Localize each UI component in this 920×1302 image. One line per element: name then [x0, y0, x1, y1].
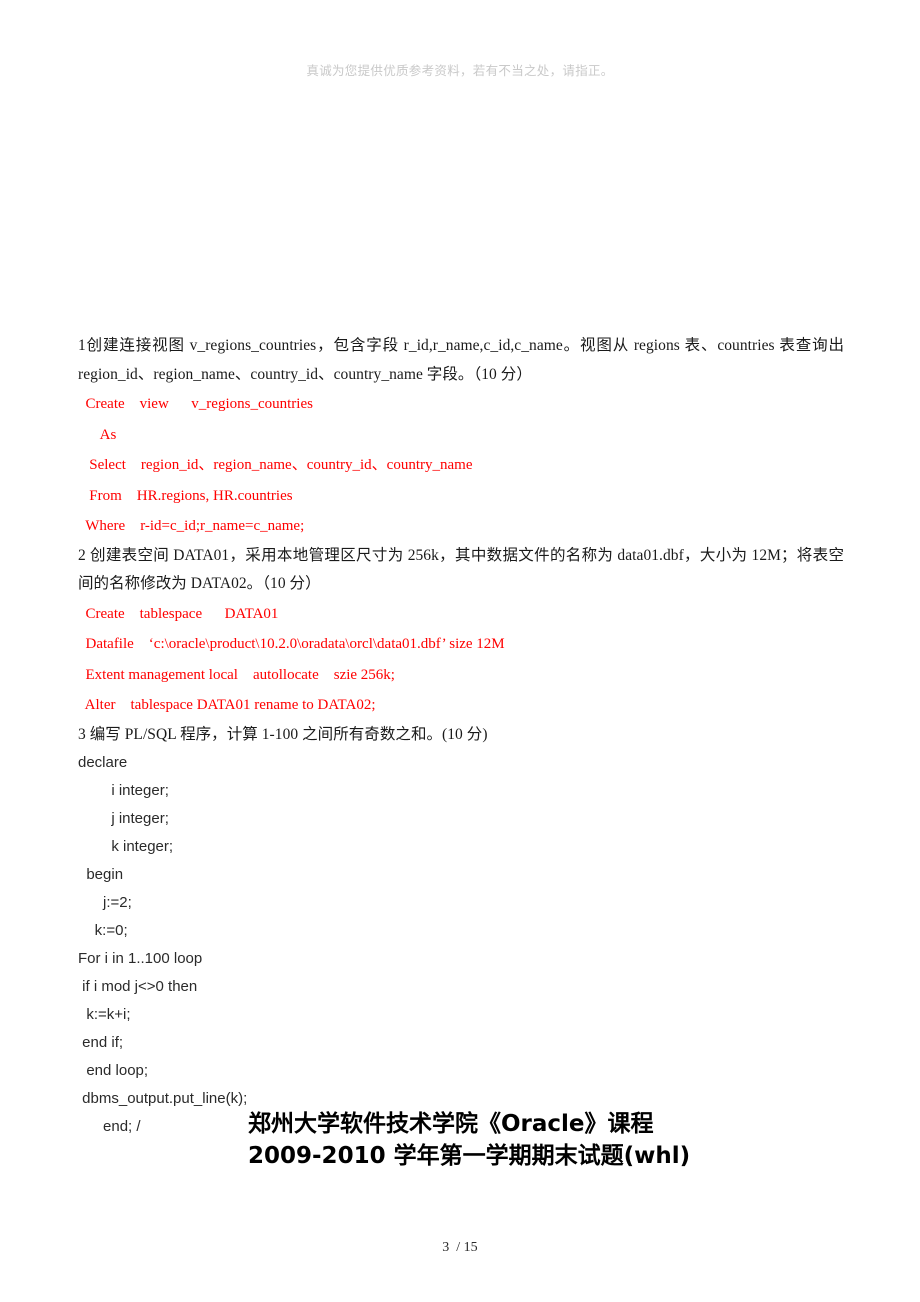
- exam-title-line-2: 2009-2010 学年第一学期期末试题(whl): [248, 1143, 691, 1169]
- document-watermark-header: 真诚为您提供优质参考资料，若有不当之处，请指正。: [306, 64, 614, 78]
- sql-line: Alter tablespace DATA01 rename to DATA02…: [78, 697, 376, 713]
- question-3-answer: declare i integer; j integer; k integer;…: [78, 749, 844, 1141]
- question-1-text: 1创建连接视图 v_regions_countries，包含字段 r_id,r_…: [78, 337, 844, 383]
- sql-line: Datafile ‘c:\oracle\product\10.2.0\orada…: [78, 636, 505, 652]
- plsql-line: j:=2;: [78, 894, 132, 911]
- plsql-line: j integer;: [78, 810, 169, 827]
- page-number-footer: 3 / 15: [442, 1240, 478, 1255]
- sql-line: Select region_id、region_name、country_id、…: [78, 457, 473, 473]
- plsql-line: k:=k+i;: [78, 1006, 131, 1023]
- document-body: 1创建连接视图 v_regions_countries，包含字段 r_id,r_…: [78, 332, 844, 1141]
- sql-line: From HR.regions, HR.countries: [78, 487, 293, 504]
- sql-line: Create view v_regions_countries: [78, 396, 313, 412]
- sql-line: As: [78, 426, 117, 443]
- plsql-line: begin: [78, 866, 124, 883]
- sql-line: Where r-id=c_id;r_name=c_name;: [78, 518, 305, 534]
- plsql-line: k:=0;: [78, 922, 128, 939]
- plsql-line: For i in 1..100 loop: [78, 950, 203, 967]
- plsql-line: end loop;: [78, 1062, 149, 1079]
- question-3-text: 3 编写 PL/SQL 程序，计算 1-100 之间所有奇数之和。(10 分): [78, 725, 488, 743]
- document-page: 真诚为您提供优质参考资料，若有不当之处，请指正。 1创建连接视图 v_regio…: [0, 0, 920, 1302]
- question-2-text: 2 创建表空间 DATA01，采用本地管理区尺寸为 256k，其中数据文件的名称…: [78, 546, 844, 593]
- plsql-line: k integer;: [78, 838, 174, 855]
- sql-line: Create tablespace DATA01: [78, 605, 279, 622]
- exam-title: 郑州大学软件技术学院《Oracle》课程 2009-2010 学年第一学期期末试…: [248, 1108, 690, 1172]
- question-1-answer: Create view v_regions_countries As Selec…: [78, 389, 844, 542]
- plsql-line: end if;: [78, 1034, 124, 1051]
- sql-line: Extent management local autollocate szie…: [78, 666, 395, 683]
- plsql-line: if i mod j<>0 then: [78, 978, 198, 995]
- exam-title-line-1: 郑州大学软件技术学院《Oracle》课程: [248, 1111, 654, 1137]
- question-2-answer: Create tablespace DATA01 Datafile ‘c:\or…: [78, 599, 844, 721]
- plsql-line: declare: [78, 754, 128, 771]
- plsql-line: i integer;: [78, 782, 169, 799]
